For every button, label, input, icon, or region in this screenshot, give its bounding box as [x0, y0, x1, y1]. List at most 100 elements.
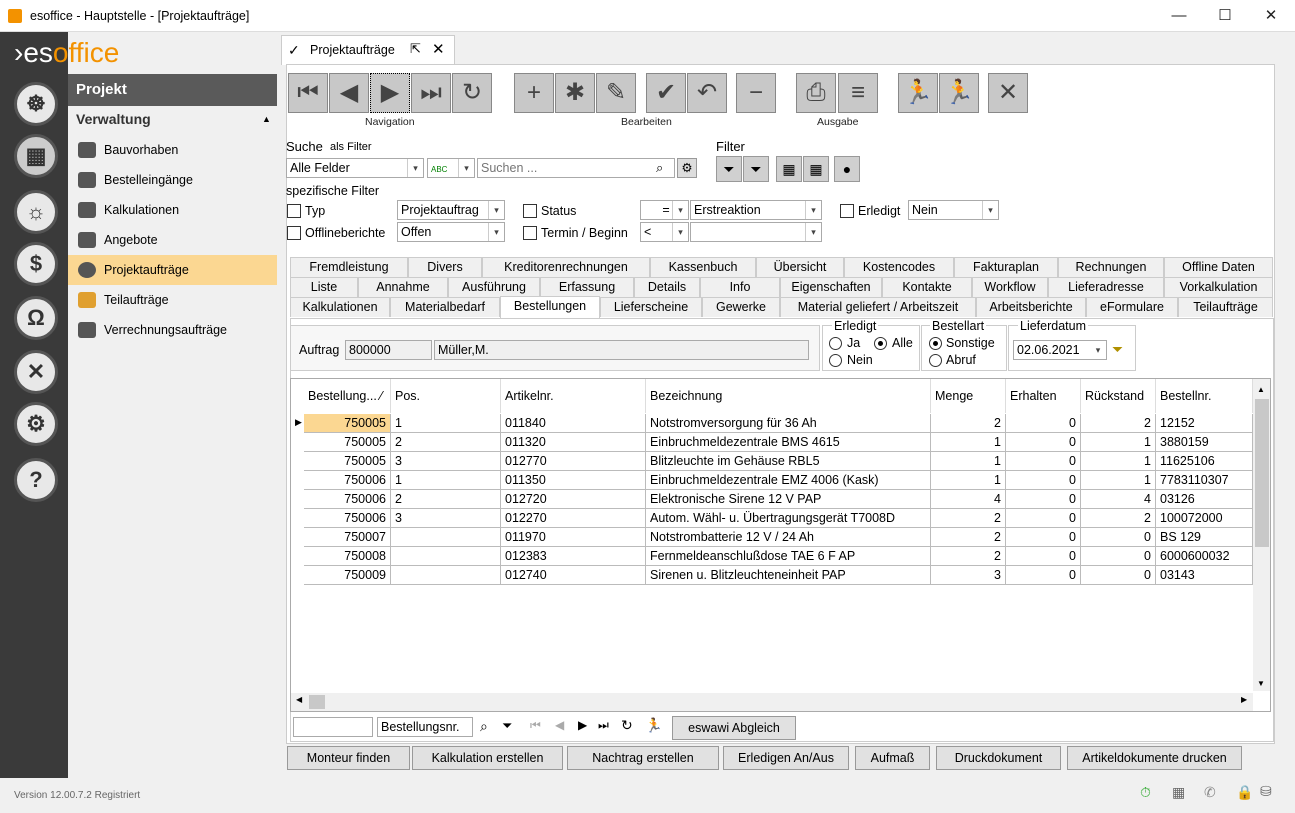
- col-header-artikelnr[interactable]: Artikelnr.: [501, 379, 646, 413]
- tab-kalkulationen[interactable]: Kalkulationen: [290, 297, 390, 317]
- help-icon[interactable]: ?: [14, 458, 58, 502]
- grid-cell[interactable]: 0: [1081, 528, 1156, 547]
- grid-cell[interactable]: 2: [1081, 509, 1156, 528]
- timer-icon[interactable]: ⏱: [1140, 784, 1151, 801]
- status-checkbox[interactable]: [523, 204, 537, 218]
- monteur-finden-button[interactable]: Monteur finden: [287, 746, 410, 770]
- grid-cell[interactable]: BS 129: [1156, 528, 1253, 547]
- col-header-bezeichnung[interactable]: Bezeichnung: [646, 379, 931, 413]
- typ-select[interactable]: Projektauftrag ▾: [397, 200, 505, 220]
- tab-fremdleistung[interactable]: Fremdleistung: [290, 257, 408, 277]
- grid-cell[interactable]: 03126: [1156, 490, 1253, 509]
- grid-cell[interactable]: 4: [1081, 490, 1156, 509]
- first-record-button[interactable]: ⏮: [288, 73, 328, 113]
- grid-cell[interactable]: 750006: [304, 471, 391, 490]
- grid-cell[interactable]: 7783110307: [1156, 471, 1253, 490]
- grid-cell[interactable]: 011970: [501, 528, 646, 547]
- eswawi-abgleich-button[interactable]: eswawi Abgleich: [672, 716, 796, 740]
- headset-icon[interactable]: Ω: [14, 296, 58, 340]
- grid-cell[interactable]: 750005: [304, 414, 391, 433]
- close-record-button[interactable]: ✕: [988, 73, 1028, 113]
- erledigt-select[interactable]: Nein ▾: [908, 200, 999, 220]
- runner-button[interactable]: 🏃: [939, 73, 979, 113]
- grid-cell[interactable]: 012770: [501, 452, 646, 471]
- grid-cell[interactable]: 0: [1006, 528, 1081, 547]
- project-module-icon[interactable]: ▦: [14, 134, 58, 178]
- grid-cell[interactable]: Elektronische Sirene 12 V PAP: [646, 490, 931, 509]
- search-icon[interactable]: ⌕: [480, 718, 488, 735]
- grid-cell[interactable]: 3: [931, 566, 1006, 585]
- erledigt-nein-radio[interactable]: [829, 354, 842, 367]
- col-header-rueckstand[interactable]: Rückstand: [1081, 379, 1156, 413]
- tab-vorkalkulation[interactable]: Vorkalkulation: [1164, 277, 1273, 297]
- grid-cell[interactable]: 0: [1006, 509, 1081, 528]
- tools-icon[interactable]: ✕: [14, 350, 58, 394]
- offline-select[interactable]: Offen ▾: [397, 222, 505, 242]
- lock-icon[interactable]: 🔒: [1236, 784, 1253, 801]
- delete-button[interactable]: −: [736, 73, 776, 113]
- grid-cell[interactable]: 0: [1006, 566, 1081, 585]
- tab-eigenschaften[interactable]: Eigenschaften: [780, 277, 882, 297]
- grid-cell[interactable]: 750007: [304, 528, 391, 547]
- grid-cell[interactable]: 750005: [304, 433, 391, 452]
- grid-cell[interactable]: 0: [1081, 547, 1156, 566]
- database-icon[interactable]: ⛁: [1260, 783, 1272, 800]
- undo-button[interactable]: ↶: [687, 73, 727, 113]
- erledigen-button[interactable]: Erledigen An/Aus: [723, 746, 849, 770]
- gears-icon[interactable]: ⚙: [14, 402, 58, 446]
- h-scroll-thumb[interactable]: [309, 695, 325, 709]
- grid-cell[interactable]: 6000600032: [1156, 547, 1253, 566]
- first-icon[interactable]: ⏮: [530, 718, 541, 733]
- clear-filter-icon[interactable]: ⏷: [1112, 341, 1123, 358]
- druckdokument-button[interactable]: Druckdokument: [936, 746, 1061, 770]
- grid-cell[interactable]: 03143: [1156, 566, 1253, 585]
- close-window-button[interactable]: ✕: [1248, 0, 1294, 32]
- termin-checkbox[interactable]: [523, 226, 537, 240]
- tab-bestellungen[interactable]: Bestellungen: [500, 296, 600, 318]
- grid-cell[interactable]: 012383: [501, 547, 646, 566]
- sidebar-item-projektauftraege[interactable]: Projektaufträge: [68, 255, 277, 285]
- grid-search-input[interactable]: [293, 717, 373, 737]
- grid-cell[interactable]: 0: [1006, 433, 1081, 452]
- erledigt-alle-radio[interactable]: [874, 337, 887, 350]
- sidebar-section[interactable]: Verwaltung: [76, 111, 151, 127]
- col-header-erhalten[interactable]: Erhalten: [1006, 379, 1081, 413]
- close-tab-icon[interactable]: ✕: [432, 40, 445, 58]
- search-field-select[interactable]: Alle Felder ▾: [286, 158, 424, 178]
- grid-cell[interactable]: 750009: [304, 566, 391, 585]
- grid-cell[interactable]: [391, 528, 501, 547]
- grid-cell[interactable]: 3: [391, 509, 501, 528]
- print-button[interactable]: ⎙: [796, 73, 836, 113]
- tab-ausfuehrung[interactable]: Ausführung: [448, 277, 540, 297]
- grid-cell[interactable]: 750005: [304, 452, 391, 471]
- erledigt-checkbox[interactable]: [840, 204, 854, 218]
- copy-button[interactable]: ✱: [555, 73, 595, 113]
- sidebar-item-angebote[interactable]: Angebote: [68, 225, 277, 255]
- grid-cell[interactable]: 2: [391, 433, 501, 452]
- grid-cell[interactable]: [391, 547, 501, 566]
- collapse-caret-icon[interactable]: ▲: [262, 114, 271, 124]
- grid-cell[interactable]: 1: [391, 414, 501, 433]
- offline-checkbox[interactable]: [287, 226, 301, 240]
- phone-icon[interactable]: ✆: [1204, 784, 1216, 801]
- grid-cell[interactable]: Fernmeldeanschlußdose TAE 6 F AP: [646, 547, 931, 566]
- tab-kontakte[interactable]: Kontakte: [882, 277, 972, 297]
- tab-workflow[interactable]: Workflow: [972, 277, 1048, 297]
- grid-cell[interactable]: 1: [1081, 433, 1156, 452]
- grid-cell[interactable]: 0: [1006, 490, 1081, 509]
- search-input[interactable]: [477, 158, 675, 178]
- col-header-bestellung[interactable]: Bestellung... ⁄: [304, 379, 391, 413]
- scroll-thumb[interactable]: [1255, 399, 1269, 547]
- grid-cell[interactable]: Einbruchmeldezentrale EMZ 4006 (Kask): [646, 471, 931, 490]
- grid-cell[interactable]: 2: [931, 528, 1006, 547]
- tab-info[interactable]: Info: [700, 277, 780, 297]
- bestellart-abruf-radio[interactable]: [929, 354, 942, 367]
- alarm-icon[interactable]: ☼: [14, 190, 58, 234]
- col-header-menge[interactable]: Menge: [931, 379, 1006, 413]
- next-icon[interactable]: ▶: [578, 718, 587, 732]
- grid-cell[interactable]: 011350: [501, 471, 646, 490]
- tab-uebersicht[interactable]: Übersicht: [756, 257, 844, 277]
- tab-liste[interactable]: Liste: [290, 277, 358, 297]
- grid-cell[interactable]: 0: [1006, 471, 1081, 490]
- tab-divers[interactable]: Divers: [408, 257, 482, 277]
